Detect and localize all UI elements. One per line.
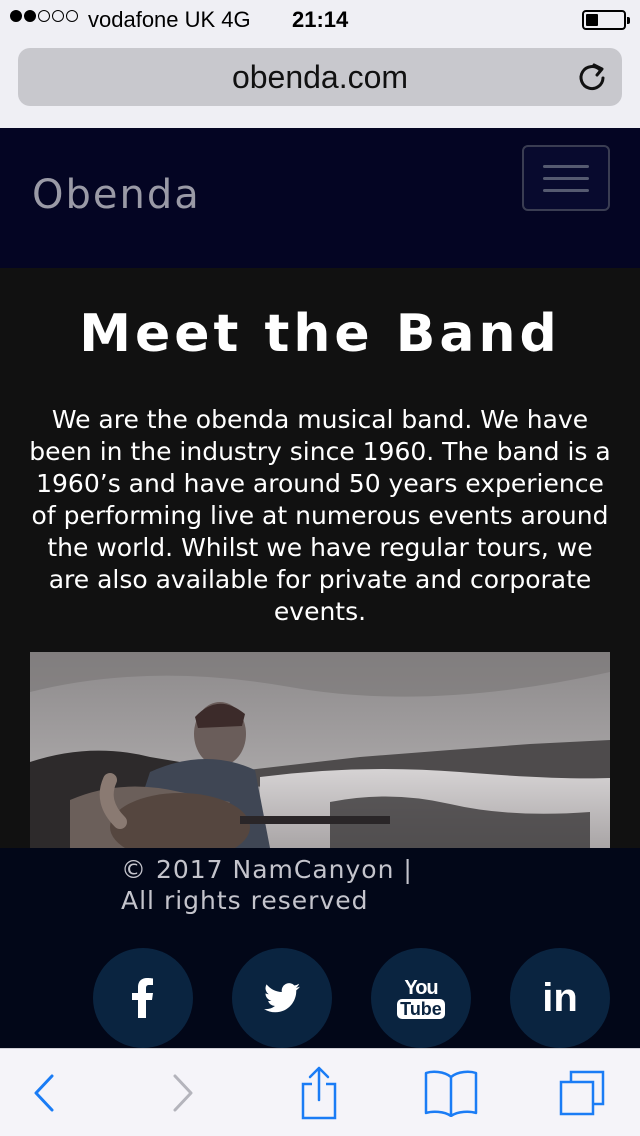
twitter-button[interactable] [232,948,332,1048]
open-book-icon [424,1070,478,1117]
signal-dot [10,10,22,22]
twitter-icon [264,983,300,1013]
facebook-icon [132,978,153,1018]
signal-dot [52,10,64,22]
bookmarks-button[interactable] [423,1067,479,1119]
browser-address-area: obenda.com [0,40,640,128]
main-content: Meet the Band We are the obenda musical … [0,268,640,848]
address-bar[interactable]: obenda.com [18,48,622,106]
share-button[interactable] [291,1066,347,1120]
signal-dot [66,10,78,22]
page-title: Meet the Band [79,304,561,364]
youtube-icon: You Tube [397,978,445,1019]
browser-toolbar [0,1048,640,1136]
reload-icon[interactable] [576,61,608,93]
copyright-line: All rights reserved [121,886,369,915]
signal-dot [38,10,50,22]
signal-strength-icon [10,10,78,22]
status-bar: vodafone UK 4G 21:14 [0,0,640,40]
chevron-right-icon [173,1074,193,1112]
hamburger-bar [543,188,589,192]
youtube-logo-text: Tube [397,998,445,1019]
back-button[interactable] [16,1067,72,1119]
tabs-button[interactable] [554,1067,610,1119]
share-icon [301,1066,337,1120]
chevron-left-icon [34,1074,54,1112]
band-intro-text: We are the obenda musical band. We have … [29,405,611,626]
copyright-line: © 2017 NamCanyon | [121,855,413,884]
facebook-button[interactable] [93,948,193,1048]
hamburger-bar [543,176,589,180]
battery-icon [582,10,630,30]
tabs-icon [559,1070,605,1116]
guitarist-landscape-image [30,652,610,848]
band-photo [30,652,610,848]
linkedin-icon: in [542,975,578,1020]
signal-dot [24,10,36,22]
linkedin-button[interactable]: in [510,948,610,1048]
youtube-logo-text: You [404,976,438,999]
hamburger-menu-button[interactable] [522,145,610,211]
site-footer: © 2017 NamCanyon | All rights reserved Y… [0,848,640,1048]
site-navbar: Obenda [0,128,640,268]
clock: 21:14 [292,7,349,32]
carrier-label: vodafone UK 4G [88,7,251,32]
copyright-text: © 2017 NamCanyon | All rights reserved [121,854,413,916]
youtube-button[interactable]: You Tube [371,948,471,1048]
forward-button[interactable] [155,1067,211,1119]
hamburger-bar [543,164,589,168]
site-brand[interactable]: Obenda [32,172,201,218]
url-text: obenda.com [231,58,409,95]
